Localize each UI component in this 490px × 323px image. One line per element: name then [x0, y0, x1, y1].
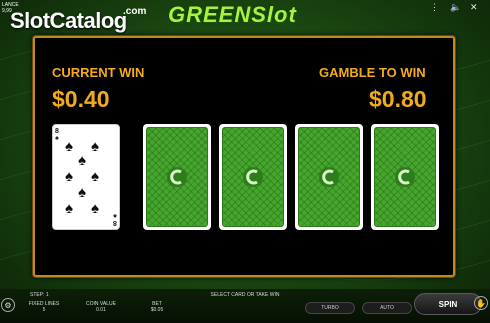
fixed-lines-value: 5: [42, 307, 46, 313]
auto-button[interactable]: AUTO: [362, 302, 412, 314]
spade-icon: ♠: [91, 168, 99, 185]
fixed-lines: FIXED LINES 5: [26, 301, 62, 313]
gamble-to-win-label: GAMBLE TO WIN: [319, 65, 426, 80]
sound-icon[interactable]: 🔈: [450, 2, 461, 13]
spade-icon: ♠: [91, 138, 99, 155]
card-rank-top: 8 ♠: [55, 128, 59, 142]
bet-value: $0.05: [150, 307, 164, 313]
coin-value[interactable]: COIN VALUE 0.01: [82, 301, 120, 313]
watermark-text: SlotCatalog: [10, 8, 127, 33]
spade-icon: ♠: [91, 200, 99, 217]
menu-dots-icon[interactable]: ⋮: [430, 2, 439, 13]
choice-card-2[interactable]: [219, 124, 287, 230]
watermark: SlotCatalog .com: [10, 6, 146, 34]
close-icon[interactable]: ✕: [470, 2, 478, 13]
choice-card-1[interactable]: [143, 124, 211, 230]
spade-icon: ♠: [65, 200, 73, 217]
choice-card-3[interactable]: [295, 124, 363, 230]
spade-icon: ♠: [65, 138, 73, 155]
game-logo: GREENSlot: [168, 2, 297, 27]
watermark-suffix: .com: [123, 6, 147, 17]
choice-card-4[interactable]: [371, 124, 439, 230]
instruction-text: SELECT CARD OR TAKE WIN: [210, 292, 280, 298]
settings-icon[interactable]: ⚙: [1, 298, 15, 312]
card-rank-bottom: 8 ♠: [113, 212, 117, 226]
spade-icon: ♠: [65, 168, 73, 185]
current-win-label: CURRENT WIN: [52, 65, 145, 80]
spade-icon: ♠: [78, 152, 86, 169]
card-emblem-icon: [395, 167, 415, 187]
card-emblem-icon: [319, 167, 339, 187]
gamble-to-win-value: $0.80: [369, 86, 427, 112]
turbo-button[interactable]: TURBO: [305, 302, 355, 314]
card-emblem-icon: [243, 167, 263, 187]
card-emblem-icon: [167, 167, 187, 187]
current-win-value: $0.40: [52, 86, 110, 112]
spin-button[interactable]: SPIN: [414, 293, 482, 315]
coin-value-value: 0.01: [96, 307, 106, 313]
spade-icon: ♠: [78, 184, 86, 201]
dealer-card: 8 ♠ 8 ♠ ♠ ♠ ♠ ♠ ♠ ♠ ♠ ♠: [52, 124, 120, 230]
bet[interactable]: BET $0.05: [138, 301, 176, 313]
step-indicator: STEP: 1: [30, 292, 49, 298]
take-win-icon[interactable]: ✋: [474, 296, 488, 310]
